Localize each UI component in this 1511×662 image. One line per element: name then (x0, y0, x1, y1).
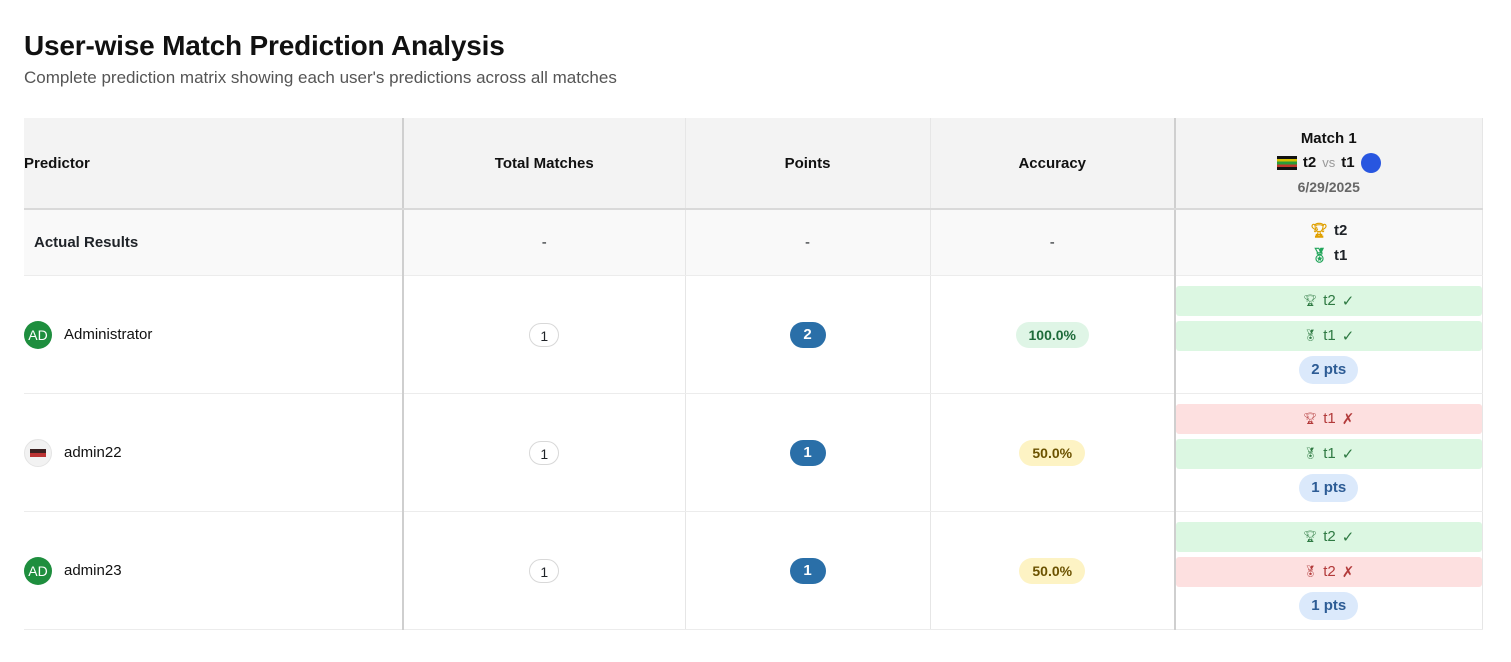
header-predictor[interactable]: Predictor (24, 118, 403, 210)
cross-icon: ✗ (1341, 563, 1355, 581)
actual-points: - (684, 209, 930, 276)
match-title: Match 1 (1300, 130, 1357, 147)
medal-prediction-team: t2 (1323, 563, 1336, 580)
total-matches-badge: 1 (529, 558, 560, 583)
match-points-badge: 1 pts (1299, 591, 1359, 620)
total-matches-badge: 1 (529, 322, 560, 347)
match-date: 6/29/2025 (1297, 179, 1360, 195)
trophy-icon: 🏆︎ (1303, 413, 1318, 425)
medal-prediction-team: t1 (1323, 327, 1336, 344)
page: User-wise Match Prediction Analysis Comp… (0, 0, 1511, 630)
match-points-badge: 2 pts (1299, 355, 1359, 384)
accuracy-badge: 50.0% (1019, 439, 1086, 466)
match-team-b: t1 (1341, 154, 1355, 171)
cross-icon: ✗ (1341, 410, 1355, 428)
match-points-badge: 1 pts (1299, 473, 1359, 502)
accuracy-badge: 100.0% (1015, 321, 1089, 348)
check-icon: ✓ (1341, 528, 1355, 546)
points-badge: 1 (789, 557, 826, 584)
medal-icon: 🏅︎ (1303, 448, 1318, 460)
winner-prediction: 🏆︎ t2 ✓ (1176, 285, 1482, 316)
medal-icon: 🏅︎ (1310, 246, 1328, 263)
prediction-cell: 🏆︎ t1 ✗ 🏅︎ t1 ✓ 1 pts (1174, 393, 1483, 512)
trophy-icon: 🏆︎ (1310, 221, 1328, 238)
avatar: AD (24, 556, 52, 585)
prediction-cell: 🏆︎ t2 ✓ 🏅︎ t1 ✓ 2 pts (1174, 275, 1483, 394)
user-name[interactable]: admin22 (64, 444, 122, 461)
predictor-cell: AD Administrator (24, 275, 403, 394)
match-team-a: t2 (1302, 154, 1317, 171)
winner-prediction-team: t2 (1323, 528, 1336, 545)
table-header-row: Predictor Total Matches Points Accuracy … (24, 118, 1483, 210)
match-teams: t2 vs t1 (1176, 151, 1482, 175)
winner-prediction: 🏆︎ t2 ✓ (1176, 521, 1482, 552)
trophy-icon: 🏆︎ (1303, 295, 1318, 307)
match-vs: vs (1322, 155, 1336, 170)
actual-medal: t1 (1333, 246, 1348, 264)
predictor-cell: admin22 (24, 393, 403, 512)
actual-accuracy: - (929, 209, 1175, 276)
trophy-icon: 🏆︎ (1303, 531, 1318, 543)
header-total-matches[interactable]: Total Matches (402, 118, 685, 210)
header-accuracy[interactable]: Accuracy (929, 118, 1175, 210)
prediction-cell: 🏆︎ t2 ✓ 🏅︎ t2 ✗ 1 pts (1174, 511, 1483, 630)
header-match-1[interactable]: Match 1 t2 vs t1 6/29/2025 (1174, 118, 1483, 210)
points-badge: 2 (789, 321, 826, 348)
medal-prediction-team: t1 (1323, 445, 1336, 462)
medal-icon: 🏅︎ (1303, 330, 1318, 342)
winner-prediction: 🏆︎ t1 ✗ (1176, 403, 1482, 434)
table-row[interactable]: admin22 1 1 50.0% 🏆︎ t1 ✗ 🏅︎ t1 ✓ 1 pts (24, 393, 1483, 512)
page-subtitle: Complete prediction matrix showing each … (24, 68, 617, 87)
medal-prediction: 🏅︎ t2 ✗ (1176, 556, 1482, 587)
header-points[interactable]: Points (684, 118, 930, 210)
actual-results-row: Actual Results - - - 🏆︎ t2 🏅︎ t1 (24, 209, 1483, 276)
actual-total-matches: - (402, 209, 685, 276)
check-icon: ✓ (1341, 445, 1355, 463)
actual-winner: t2 (1333, 221, 1348, 239)
predictor-cell: AD admin23 (24, 511, 403, 630)
check-icon: ✓ (1341, 292, 1355, 310)
medal-icon: 🏅︎ (1303, 566, 1318, 578)
actual-results-label: Actual Results (24, 209, 403, 276)
flag-icon (1276, 156, 1297, 170)
medal-prediction: 🏅︎ t1 ✓ (1176, 438, 1482, 469)
table-row[interactable]: AD Administrator 1 2 100.0% 🏆︎ t2 ✓ 🏅︎ t… (24, 275, 1483, 394)
winner-prediction-team: t2 (1323, 292, 1336, 309)
total-matches-badge: 1 (529, 440, 560, 465)
team-logo-icon (1360, 153, 1381, 173)
check-icon: ✓ (1341, 327, 1355, 345)
actual-result-cell: 🏆︎ t2 🏅︎ t1 (1174, 209, 1483, 276)
user-name[interactable]: admin23 (64, 562, 122, 579)
points-badge: 1 (789, 439, 826, 466)
prediction-matrix-table: Predictor Total Matches Points Accuracy … (24, 118, 1483, 630)
user-name[interactable]: Administrator (64, 326, 152, 343)
page-title: User-wise Match Prediction Analysis (24, 30, 505, 61)
avatar: AD (24, 320, 52, 349)
winner-prediction-team: t1 (1323, 410, 1336, 427)
table-row[interactable]: AD admin23 1 1 50.0% 🏆︎ t2 ✓ 🏅︎ t2 ✗ 1 p… (24, 511, 1483, 630)
accuracy-badge: 50.0% (1019, 557, 1086, 584)
avatar (24, 438, 52, 467)
medal-prediction: 🏅︎ t1 ✓ (1176, 320, 1482, 351)
